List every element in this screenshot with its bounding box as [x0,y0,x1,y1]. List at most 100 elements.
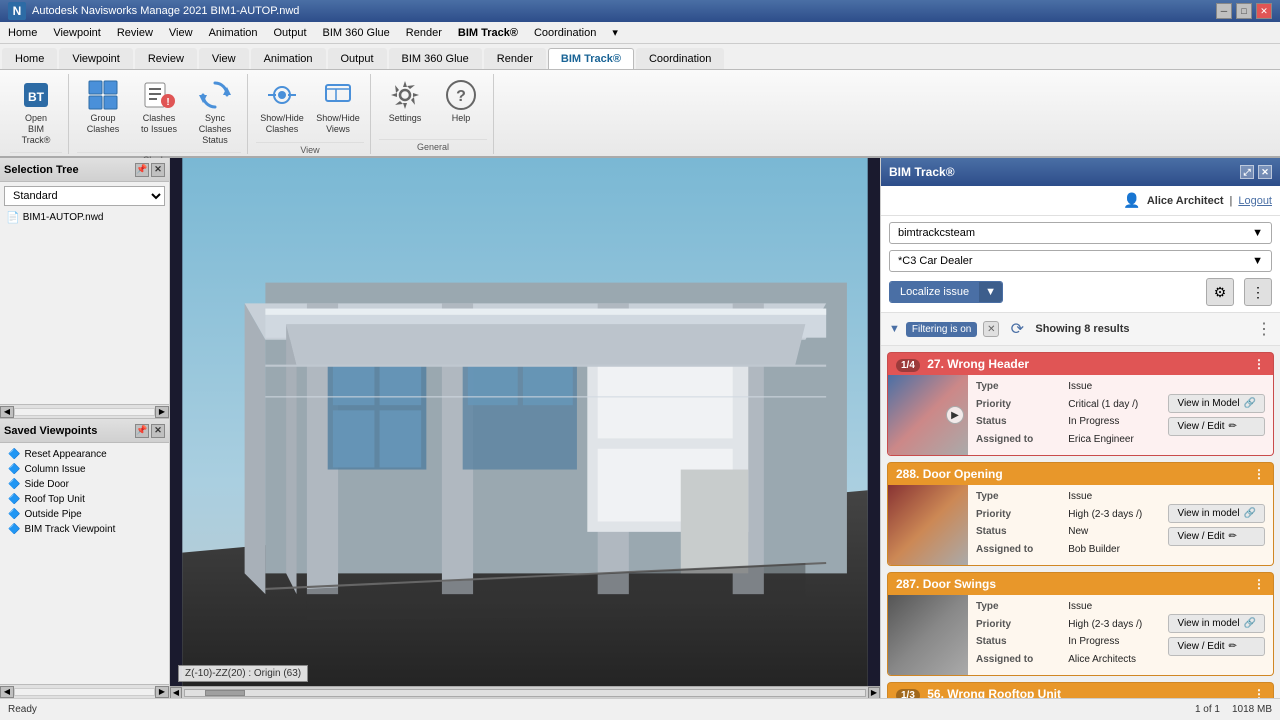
menu-view[interactable]: View [161,22,201,43]
viewpoints-list: 🔷 Reset Appearance 🔷 Column Issue 🔷 Side… [0,443,169,541]
vp-item-roof[interactable]: 🔷 Roof Top Unit [4,492,165,507]
issue-287-more[interactable]: ⋮ [1253,577,1265,591]
show-hide-clashes-button[interactable]: Show/HideClashes [256,74,308,140]
tab-review[interactable]: Review [135,48,197,69]
tab-viewpoint[interactable]: Viewpoint [59,48,133,69]
tab-output[interactable]: Output [328,48,387,69]
project-dropdown[interactable]: *C3 Car Dealer ▼ [889,250,1272,272]
menu-coordination[interactable]: Coordination [526,22,604,43]
viewport[interactable]: Z(-10)-ZZ(20) : Origin (63) ◀ ▶ [170,158,880,698]
settings-icon [389,79,421,111]
menu-render[interactable]: Render [398,22,450,43]
bim-more-button[interactable]: ⋮ [1244,278,1272,306]
vp-scroll-right[interactable]: ▶ [155,686,169,698]
issue-27-nav[interactable]: ▶ [946,406,964,424]
menu-viewpoint[interactable]: Viewpoint [45,22,109,43]
bim-more-icon: ⋮ [1251,284,1265,301]
selection-tree-dropdown[interactable]: Standard [4,186,165,206]
issue-287-edit-btn[interactable]: View / Edit ✏ [1168,637,1265,656]
issue-27-more[interactable]: ⋮ [1253,357,1265,371]
scroll-right-btn[interactable]: ▶ [155,406,169,418]
issue-288-thumbnail [888,485,968,565]
menu-bimtrack[interactable]: BIM Track® [450,22,526,43]
vp-scroll-left[interactable]: ◀ [0,686,14,698]
issue-288-edit-btn[interactable]: View / Edit ✏ [1168,527,1265,546]
user-separator: | [1229,195,1232,207]
user-name: Alice Architect [1147,195,1224,207]
selection-tree-pin[interactable]: 📌 [135,163,149,177]
scroll-left-btn[interactable]: ◀ [0,406,14,418]
viewport-scroll-left[interactable]: ◀ [170,687,182,699]
vp-label-roof: Roof Top Unit [24,494,84,505]
settings-button[interactable]: Settings [379,74,431,134]
filter-label: Filtering is on [912,324,971,335]
sync-clashes-button[interactable]: SyncClashes Status [189,74,241,150]
vp-item-pipe[interactable]: 🔷 Outside Pipe [4,507,165,522]
issue-288-view-model-btn[interactable]: View in model 🔗 [1168,504,1265,523]
viewport-scroll-track[interactable] [184,689,866,697]
issue-288-priority-value: High (2-3 days /) [1068,509,1152,525]
show-hide-views-button[interactable]: Show/HideViews [312,74,364,140]
close-button[interactable]: ✕ [1256,3,1272,19]
menu-animation[interactable]: Animation [201,22,266,43]
tab-coordination[interactable]: Coordination [636,48,724,69]
user-icon: 👤 [1123,192,1140,209]
issue-27-view-model-btn[interactable]: View in Model 🔗 [1168,394,1265,413]
issue-288-header: 288. Door Opening ⋮ [888,463,1273,485]
menu-bim360[interactable]: BIM 360 Glue [315,22,398,43]
issue-288-priority-label: Priority [976,509,1060,525]
issue-27-actions: View in Model 🔗 View / Edit ✏ [1160,375,1273,455]
group-clashes-button[interactable]: GroupClashes [77,74,129,140]
issue-27-type-label: Type [976,381,1060,397]
vp-item-reset[interactable]: 🔷 Reset Appearance [4,447,165,462]
bim-controls: bimtrackcsteam ▼ *C3 Car Dealer ▼ Locali… [881,216,1280,313]
issue-288-view-icon: 🔗 [1244,508,1256,519]
tab-view[interactable]: View [199,48,249,69]
title-bar-text: Autodesk Navisworks Manage 2021 BIM1-AUT… [32,5,299,17]
issue-27-status-value: In Progress [1068,416,1152,432]
issue-288-type-label: Type [976,491,1060,507]
minimize-button[interactable]: ─ [1216,3,1232,19]
restore-button[interactable]: □ [1236,3,1252,19]
filter-badge[interactable]: Filtering is on [906,322,977,337]
bim-settings-button[interactable]: ⚙ [1206,278,1234,306]
coords-text: Z(-10)-ZZ(20) : Origin (63) [185,668,301,679]
results-more-button[interactable]: ⋮ [1256,319,1272,339]
viewport-scroll-right[interactable]: ▶ [868,687,880,699]
menu-home[interactable]: Home [0,22,45,43]
team-dropdown[interactable]: bimtrackcsteam ▼ [889,222,1272,244]
localize-button[interactable]: Localize issue ▼ [889,281,1003,303]
tab-animation[interactable]: Animation [251,48,326,69]
tree-item-root[interactable]: 📄 BIM1-AUTOP.nwd [4,210,165,225]
selection-tree-close[interactable]: ✕ [151,163,165,177]
issue-288-more[interactable]: ⋮ [1253,467,1265,481]
menu-review[interactable]: Review [109,22,161,43]
saved-vp-pin[interactable]: 📌 [135,424,149,438]
vp-item-side-door[interactable]: 🔷 Side Door [4,477,165,492]
left-panel-scrollbar: ◀ ▶ [0,404,169,418]
issue-27-edit-label: View / Edit [1177,421,1224,432]
help-button[interactable]: ? Help [435,74,487,134]
tab-bimtrack[interactable]: BIM Track® [548,48,634,69]
bim-settings-icon: ⚙ [1214,284,1227,301]
clashes-to-issues-button[interactable]: ! Clashesto Issues [133,74,185,140]
status-bar: Ready 1 of 1 1018 MB [0,698,1280,720]
saved-vp-close[interactable]: ✕ [151,424,165,438]
vp-item-bimtrack[interactable]: 🔷 BIM Track Viewpoint [4,522,165,537]
issue-287-view-model-btn[interactable]: View in model 🔗 [1168,614,1265,633]
issue-56-more[interactable]: ⋮ [1253,687,1265,698]
issue-288-type-value: Issue [1068,491,1152,507]
bim-panel-close[interactable]: ✕ [1258,165,1272,179]
logout-link[interactable]: Logout [1238,195,1272,207]
menu-more[interactable]: ▾ [604,22,626,43]
tab-home[interactable]: Home [2,48,57,69]
bim-panel-expand[interactable]: ⤢ [1240,165,1254,179]
issue-27-edit-btn[interactable]: View / Edit ✏ [1168,417,1265,436]
open-bimtrack-button[interactable]: BT OpenBIM Track® [10,74,62,150]
refresh-button[interactable]: ⟳ [1005,317,1029,341]
filter-clear-button[interactable]: ✕ [983,321,999,337]
tab-bim360[interactable]: BIM 360 Glue [389,48,482,69]
tab-render[interactable]: Render [484,48,546,69]
vp-item-column[interactable]: 🔷 Column Issue [4,462,165,477]
menu-output[interactable]: Output [266,22,315,43]
